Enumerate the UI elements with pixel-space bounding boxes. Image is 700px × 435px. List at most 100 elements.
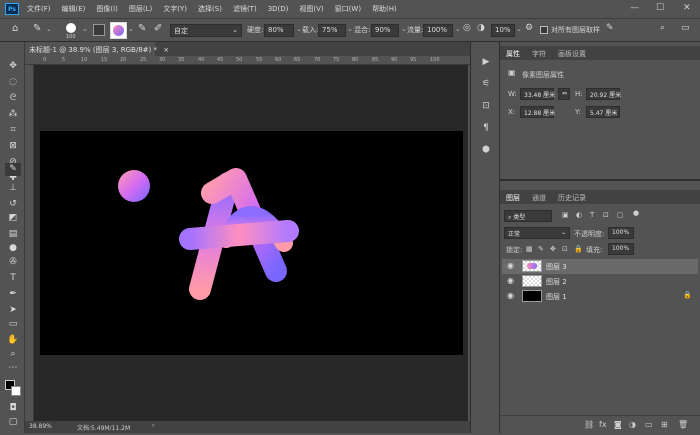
3d-cube-icon[interactable]: ⬢ [480, 144, 492, 156]
filter-toggle-icon[interactable]: ● [633, 209, 639, 217]
mixer-brush-tool-icon[interactable]: ✎ [5, 163, 21, 176]
layer-row-2[interactable]: ◉ 图层 2 [502, 274, 698, 289]
lock-all-icon[interactable]: 🔒 [574, 245, 583, 253]
tab-history[interactable]: 历史记录 [558, 193, 586, 203]
menu-view[interactable]: 视图(V) [299, 4, 323, 14]
sample-all-checkbox[interactable] [540, 26, 548, 34]
workspace-icon[interactable]: ▭ [681, 23, 690, 33]
filter-shape-icon[interactable]: ⊡ [603, 211, 609, 219]
group-icon[interactable]: ▭ [645, 420, 653, 429]
menu-help[interactable]: 帮助(H) [372, 4, 397, 14]
maximize-button[interactable]: ☐ [656, 3, 664, 13]
tab-properties[interactable]: 属性 [506, 49, 520, 59]
document-tab[interactable]: 未标题-1 @ 38.9% (图层 3, RGB/8#) * × [25, 42, 169, 56]
lock-move-icon[interactable]: ✥ [550, 245, 556, 253]
filter-type-icon[interactable]: T [590, 211, 594, 219]
eye-icon[interactable]: ◉ [507, 261, 514, 270]
close-tab-icon[interactable]: × [163, 46, 169, 54]
history-brush-tool-icon[interactable]: ↺ [6, 198, 20, 210]
rectangle-tool-icon[interactable]: ▭ [6, 318, 20, 330]
clone-stamp-tool-icon[interactable]: ⊥ [6, 182, 20, 194]
close-button[interactable]: ✕ [683, 3, 691, 13]
trash-icon[interactable]: 🗑 [678, 420, 688, 429]
hand-tool-icon[interactable]: ✋ [6, 334, 20, 346]
mix-field[interactable]: 90% [371, 24, 399, 37]
layer-row-3[interactable]: ◉ 图层 3 [502, 259, 698, 274]
pressure-icon[interactable]: ✎ [606, 23, 614, 33]
menu-3d[interactable]: 3D(D) [268, 5, 289, 13]
layer-filter-select[interactable]: ⌕ 类型 [504, 210, 552, 222]
fx-icon[interactable]: fx [599, 420, 607, 429]
adjustments-icon[interactable]: ⚟ [480, 78, 492, 90]
fill-field[interactable]: 100% [608, 243, 634, 255]
lock-transparent-icon[interactable]: ▦ [526, 245, 533, 253]
search-icon[interactable]: ⌕ [660, 23, 665, 33]
gradient-tool-icon[interactable]: ▤ [6, 228, 20, 240]
load-brush-icon[interactable]: ✎ [138, 23, 146, 34]
eye-icon[interactable]: ◉ [507, 276, 514, 285]
zoom-level[interactable]: 38.89% [29, 423, 52, 430]
brush-preview[interactable] [66, 23, 76, 33]
chevron-down-icon[interactable]: ⌄ [128, 25, 134, 33]
width-field[interactable]: 33.48 厘米 [520, 88, 555, 100]
mix-preset-select[interactable]: 自定 ⌄ [170, 24, 242, 37]
paragraph-icon[interactable]: ¶ [480, 122, 492, 134]
menu-layer[interactable]: 图层(L) [129, 4, 152, 14]
menu-select[interactable]: 选择(S) [198, 4, 222, 14]
minimize-button[interactable]: — [630, 3, 639, 13]
filter-pixel-icon[interactable]: ▣ [562, 211, 569, 219]
smoothing-field[interactable]: 10% [491, 24, 515, 37]
filter-smart-icon[interactable]: ▢ [617, 211, 624, 219]
brush-panel-icon[interactable] [93, 24, 105, 36]
document-canvas[interactable] [40, 131, 463, 355]
tab-channels[interactable]: 通道 [532, 193, 546, 203]
lock-paint-icon[interactable]: ✎ [538, 245, 544, 253]
link-icon[interactable]: ⇔ [558, 88, 570, 100]
link-layers-icon[interactable]: ⛓ [584, 420, 594, 429]
chevron-down-icon[interactable]: ⌄ [401, 25, 407, 33]
wet-field[interactable]: 80% [264, 24, 294, 37]
layer-row-1[interactable]: ◉ 图层 1 🔒 [502, 289, 698, 304]
magic-wand-tool-icon[interactable]: ⁂ [6, 108, 20, 120]
pen-tool-icon[interactable]: ✒ [6, 288, 20, 300]
menu-file[interactable]: 文件(F) [27, 4, 51, 14]
opacity-field[interactable]: 100% [608, 227, 634, 239]
screen-mode-icon[interactable]: ▢ [6, 416, 20, 428]
adjustment-layer-icon[interactable]: ◑ [629, 420, 636, 429]
chevron-down-icon[interactable]: ⌄ [82, 25, 88, 33]
chevron-down-icon[interactable]: ⌄ [516, 25, 522, 33]
menu-image[interactable]: 图像(I) [96, 4, 118, 14]
home-icon[interactable]: ⌂ [12, 23, 18, 34]
load-field[interactable]: 75% [318, 24, 346, 37]
menu-filter[interactable]: 滤镜(T) [233, 4, 257, 14]
menu-window[interactable]: 窗口(W) [335, 4, 361, 14]
more-tools-icon[interactable]: ⋯ [6, 362, 20, 374]
dodge-tool-icon[interactable]: ✇ [6, 256, 20, 268]
eye-icon[interactable]: ◉ [507, 291, 514, 300]
x-field[interactable]: 12.88 厘米 [520, 106, 555, 118]
tab-layers[interactable]: 图层 [506, 193, 520, 203]
mixer-brush-icon[interactable]: ✎ [33, 23, 41, 34]
lasso-tool-icon[interactable]: ᘓ [6, 92, 20, 104]
chevron-down-icon[interactable]: ⌄ [455, 25, 461, 33]
flow-field[interactable]: 100% [423, 24, 453, 37]
height-field[interactable]: 20.92 厘米 [586, 88, 621, 100]
menu-type[interactable]: 文字(Y) [163, 4, 187, 14]
new-layer-icon[interactable]: ⊞ [661, 420, 668, 429]
quick-mask-icon[interactable]: ◘ [6, 402, 20, 414]
chevron-down-icon[interactable]: ⌄ [296, 25, 302, 33]
chevron-down-icon[interactable]: ⌄ [46, 25, 52, 33]
marquee-tool-icon[interactable]: ◌ [6, 76, 20, 88]
blur-tool-icon[interactable]: ● [6, 242, 20, 254]
filter-adjust-icon[interactable]: ◐ [576, 211, 582, 219]
clean-brush-icon[interactable]: ✐ [154, 23, 162, 34]
blend-mode-select[interactable]: 正常 ⌄ [504, 227, 570, 239]
load-swatch[interactable] [110, 22, 127, 39]
gear-icon[interactable]: ⚙ [525, 23, 533, 33]
status-arrow-icon[interactable]: › [152, 422, 154, 429]
frame-tool-icon[interactable]: ⊠ [6, 140, 20, 152]
airbrush-icon[interactable]: ◎ [463, 23, 471, 33]
mask-icon[interactable]: ◙ [614, 420, 622, 429]
type-tool-icon[interactable]: T [6, 272, 20, 284]
libraries-icon[interactable]: ⊡ [480, 100, 492, 112]
